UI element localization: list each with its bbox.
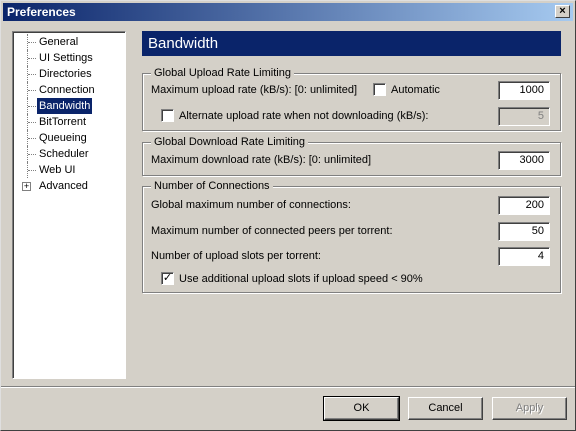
window-title: Preferences xyxy=(7,5,76,19)
upload-slots-input[interactable]: 4 xyxy=(498,247,550,266)
cancel-button[interactable]: Cancel xyxy=(408,397,483,420)
group-title: Global Download Rate Limiting xyxy=(151,136,309,148)
sidebar-item-label: Connection xyxy=(39,84,95,96)
tree-connector xyxy=(27,130,36,146)
tree-connector xyxy=(27,34,36,50)
max-download-label: Maximum download rate (kB/s): [0: unlimi… xyxy=(151,154,372,166)
sidebar-item-label: Bandwidth xyxy=(37,98,93,114)
max-upload-input[interactable]: 1000 xyxy=(498,81,550,100)
preferences-window: Preferences × General UI Settings Direct… xyxy=(0,0,576,431)
automatic-label: Automatic xyxy=(391,84,440,96)
peers-per-torrent-label: Maximum number of connected peers per to… xyxy=(151,225,393,237)
tree-connector xyxy=(27,98,36,114)
upload-slots-label: Number of upload slots per torrent: xyxy=(151,250,321,262)
tree-connector xyxy=(27,114,36,130)
sidebar-item-label: UI Settings xyxy=(39,52,93,64)
peers-per-torrent-input[interactable]: 50 xyxy=(498,222,550,241)
ok-button[interactable]: OK xyxy=(323,396,400,421)
automatic-checkbox[interactable] xyxy=(373,83,386,96)
apply-button[interactable]: Apply xyxy=(492,397,567,420)
tree-connector xyxy=(27,66,36,82)
page-title: Bandwidth xyxy=(142,31,561,56)
sidebar-item-label: BitTorrent xyxy=(39,116,87,128)
additional-slots-checkbox[interactable]: ✓ xyxy=(161,272,174,285)
tree-connector xyxy=(27,146,36,162)
group-title: Number of Connections xyxy=(151,180,273,192)
tree-connector xyxy=(27,82,36,98)
sidebar-item-label: Advanced xyxy=(39,180,88,192)
expand-plus-icon[interactable]: + xyxy=(22,182,31,191)
sidebar-item-label: Web UI xyxy=(39,164,76,176)
global-max-connections-label: Global maximum number of connections: xyxy=(151,199,351,211)
tree-connector xyxy=(27,162,36,178)
sidebar-item-label: Queueing xyxy=(39,132,87,144)
tree-connector xyxy=(27,50,36,66)
divider xyxy=(1,386,575,388)
max-download-input[interactable]: 3000 xyxy=(498,151,550,170)
global-max-connections-input[interactable]: 200 xyxy=(498,196,550,215)
close-icon[interactable]: × xyxy=(555,5,570,18)
sidebar-item-label: General xyxy=(39,36,79,48)
sidebar-item-label: Directories xyxy=(39,68,92,80)
max-upload-label: Maximum upload rate (kB/s): [0: unlimite… xyxy=(151,84,358,96)
additional-slots-label: Use additional upload slots if upload sp… xyxy=(179,273,423,285)
title-bar: Preferences × xyxy=(3,3,573,21)
group-title: Global Upload Rate Limiting xyxy=(151,67,294,79)
settings-tree: General UI Settings Directories Connecti… xyxy=(12,31,126,379)
alternate-upload-label: Alternate upload rate when not downloadi… xyxy=(179,110,429,122)
alternate-upload-input[interactable]: 5 xyxy=(498,107,550,126)
alternate-upload-checkbox[interactable] xyxy=(161,109,174,122)
sidebar-item-label: Scheduler xyxy=(39,148,89,160)
